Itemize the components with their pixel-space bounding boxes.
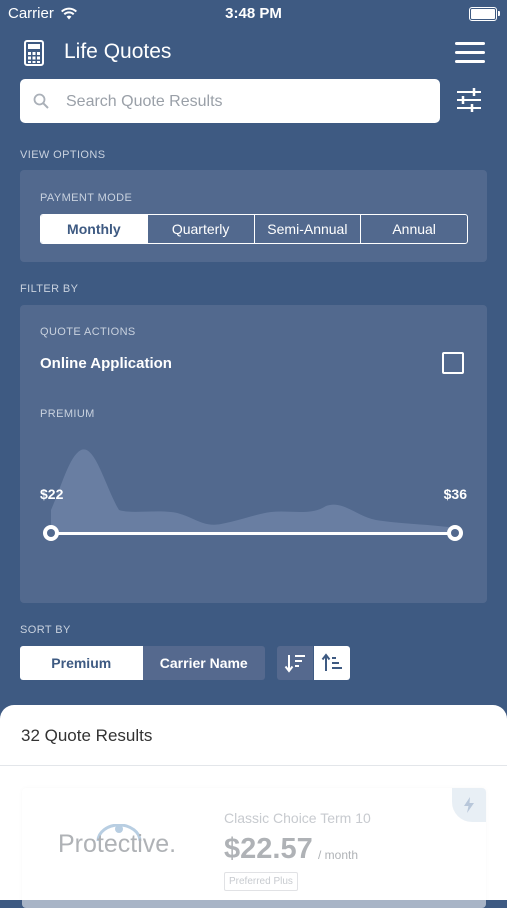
sort-by-segmented-control: Premium Carrier Name xyxy=(20,646,265,680)
sort-descending-button[interactable] xyxy=(277,646,313,680)
sort-option-premium[interactable]: Premium xyxy=(20,646,143,680)
segment-quarterly[interactable]: Quarterly xyxy=(146,215,254,243)
quote-actions-label: QUOTE ACTIONS xyxy=(40,326,136,338)
filter-by-label: FILTER BY xyxy=(20,283,79,295)
filter-settings-icon[interactable] xyxy=(455,86,483,114)
sort-ascending-button[interactable] xyxy=(314,646,350,680)
status-bar: Carrier 3:48 PM xyxy=(0,0,507,28)
hamburger-menu-icon[interactable] xyxy=(455,42,485,64)
search-input[interactable] xyxy=(64,79,428,125)
search-icon xyxy=(33,93,49,109)
sort-descending-icon xyxy=(284,655,305,673)
status-time: 3:48 PM xyxy=(225,5,282,22)
lightning-icon xyxy=(464,797,474,813)
view-options-label: VIEW OPTIONS xyxy=(20,149,106,161)
calculator-icon xyxy=(24,40,44,66)
premium-label: PREMIUM xyxy=(40,408,95,420)
premium-max-value: $36 xyxy=(443,486,467,502)
results-sheet[interactable]: 32 Quote Results Protective. Classic Cho… xyxy=(0,705,507,908)
sort-by-label: SORT BY xyxy=(20,624,71,636)
premium-slider-track[interactable] xyxy=(51,532,456,535)
app-title: Life Quotes xyxy=(64,40,172,63)
premium-distribution-histogram xyxy=(51,449,456,534)
segment-semi-annual[interactable]: Semi-Annual xyxy=(253,215,361,243)
price-period: / month xyxy=(318,848,359,862)
plan-name: Classic Choice Term 10 xyxy=(224,810,371,826)
premium-min-value: $22 xyxy=(40,486,64,502)
online-application-checkbox[interactable] xyxy=(442,352,464,374)
premium-slider-min-handle[interactable] xyxy=(43,525,59,541)
search-bar[interactable] xyxy=(20,79,440,125)
rating-class-badge: Preferred Plus xyxy=(224,872,298,891)
sort-ascending-icon xyxy=(321,653,342,671)
flash-badge xyxy=(452,788,486,822)
results-count: 32 Quote Results xyxy=(21,726,153,745)
battery-icon xyxy=(469,7,500,21)
payment-mode-label: PAYMENT MODE xyxy=(40,192,133,204)
segment-monthly[interactable]: Monthly xyxy=(41,215,147,243)
premium-slider-max-handle[interactable] xyxy=(447,525,463,541)
segment-annual[interactable]: Annual xyxy=(360,215,467,243)
online-application-label: Online Application xyxy=(40,355,172,372)
quote-card[interactable]: Protective. Classic Choice Term 10 $22.5… xyxy=(22,788,486,908)
carrier-logo: Protective. xyxy=(58,830,177,858)
quote-price: $22.57 xyxy=(224,833,313,865)
results-divider xyxy=(0,765,507,766)
sort-option-carrier-name[interactable]: Carrier Name xyxy=(142,646,265,680)
payment-mode-segmented-control: Monthly Quarterly Semi-Annual Annual xyxy=(40,214,468,244)
